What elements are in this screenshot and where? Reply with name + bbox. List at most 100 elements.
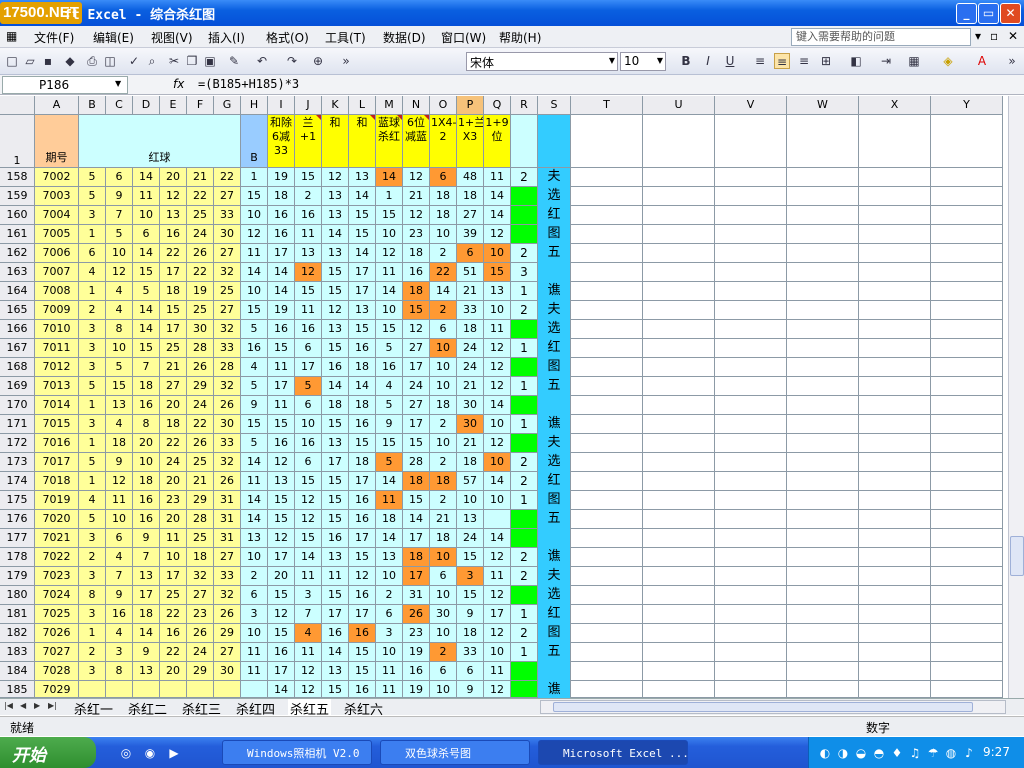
red-ball-cell[interactable]: 20 [133,434,160,453]
s-text-cell[interactable]: 选 [538,187,571,206]
kill-cell-N[interactable]: 15 [403,491,430,510]
red-ball-cell[interactable]: 5 [79,168,106,187]
column-header-O[interactable]: O [430,96,457,115]
red-ball-cell[interactable]: 26 [187,358,214,377]
kill-cell-L[interactable]: 17 [349,263,376,282]
issue-cell[interactable]: 7006 [35,244,79,263]
kill-cell-I[interactable]: 19 [268,168,295,187]
kill-cell-N[interactable]: 12 [403,206,430,225]
red-ball-cell[interactable]: 27 [214,187,241,206]
empty-cell-W[interactable] [787,244,859,263]
kill-cell-N[interactable]: 27 [403,396,430,415]
kill-cell-O[interactable]: 18 [430,472,457,491]
row-header[interactable]: 178 [0,548,35,567]
red-ball-cell[interactable]: 8 [106,320,133,339]
kill-cell-N[interactable]: 17 [403,358,430,377]
kill-cell-I[interactable]: 15 [268,491,295,510]
kill-cell-I[interactable]: 16 [268,206,295,225]
kill-cell-O[interactable]: 2 [430,491,457,510]
row-header[interactable]: 174 [0,472,35,491]
red-ball-cell[interactable]: 16 [133,491,160,510]
red-ball-cell[interactable]: 28 [214,358,241,377]
empty-cell-X[interactable] [859,605,931,624]
empty-cell-T[interactable] [571,168,643,187]
r-cell[interactable]: 2 [511,168,538,187]
research-icon[interactable]: ⌕ [144,53,160,69]
red-ball-cell[interactable]: 26 [214,472,241,491]
issue-cell[interactable]: 7021 [35,529,79,548]
kill-cell-M[interactable]: 15 [376,320,403,339]
red-ball-cell[interactable]: 16 [133,396,160,415]
s-text-cell[interactable]: 谯 [538,681,571,698]
blue-ball-cell[interactable]: 14 [241,491,268,510]
blue-ball-cell[interactable]: 11 [241,244,268,263]
red-ball-cell[interactable]: 7 [133,548,160,567]
red-ball-cell[interactable]: 32 [214,320,241,339]
header-empty-T[interactable] [571,115,643,168]
red-ball-cell[interactable]: 29 [187,491,214,510]
kill-cell-N[interactable]: 31 [403,586,430,605]
empty-cell-W[interactable] [787,301,859,320]
issue-cell[interactable]: 7002 [35,168,79,187]
menu-window[interactable]: 窗口(W) [441,29,486,46]
r-cell[interactable] [511,187,538,206]
empty-cell-V[interactable] [715,377,787,396]
empty-cell-X[interactable] [859,434,931,453]
kill-cell-Q[interactable]: 14 [484,396,511,415]
s-text-cell[interactable]: 选 [538,586,571,605]
kill-cell-N[interactable]: 28 [403,453,430,472]
empty-cell-X[interactable] [859,358,931,377]
empty-cell-V[interactable] [715,491,787,510]
kill-cell-L[interactable]: 15 [349,320,376,339]
empty-cell-W[interactable] [787,206,859,225]
empty-cell-T[interactable] [571,586,643,605]
empty-cell-U[interactable] [643,662,715,681]
kill-cell-Q[interactable]: 11 [484,168,511,187]
kill-cell-K[interactable]: 18 [322,396,349,415]
kill-cell-L[interactable]: 18 [349,453,376,472]
kill-cell-K[interactable]: 15 [322,263,349,282]
kill-cell-J[interactable]: 15 [295,282,322,301]
empty-cell-U[interactable] [643,548,715,567]
empty-cell-W[interactable] [787,681,859,698]
red-ball-cell[interactable]: 14 [133,301,160,320]
kill-cell-I[interactable]: 16 [268,434,295,453]
red-ball-cell[interactable]: 15 [106,377,133,396]
red-ball-cell[interactable]: 22 [214,168,241,187]
kill-cell-M[interactable]: 10 [376,567,403,586]
issue-cell[interactable]: 7018 [35,472,79,491]
red-ball-cell[interactable]: 12 [106,472,133,491]
red-ball-cell[interactable]: 9 [106,586,133,605]
kill-cell-Q[interactable]: 15 [484,263,511,282]
menu-data[interactable]: 数据(D) [383,29,426,46]
red-ball-cell[interactable]: 9 [133,643,160,662]
row-header[interactable]: 184 [0,662,35,681]
red-ball-cell[interactable] [133,681,160,698]
red-ball-cell[interactable]: 13 [133,567,160,586]
empty-cell-X[interactable] [859,244,931,263]
kill-cell-O[interactable]: 10 [430,377,457,396]
red-ball-cell[interactable]: 25 [187,206,214,225]
red-ball-cell[interactable]: 9 [106,187,133,206]
kill-cell-M[interactable]: 5 [376,453,403,472]
empty-cell-X[interactable] [859,168,931,187]
empty-cell-X[interactable] [859,282,931,301]
empty-cell-V[interactable] [715,396,787,415]
kill-cell-L[interactable]: 16 [349,586,376,605]
red-ball-cell[interactable]: 13 [106,396,133,415]
red-ball-cell[interactable]: 27 [214,548,241,567]
empty-cell-X[interactable] [859,339,931,358]
red-ball-cell[interactable]: 10 [160,548,187,567]
red-ball-cell[interactable]: 4 [106,415,133,434]
r-cell[interactable] [511,681,538,698]
red-ball-cell[interactable] [79,681,106,698]
issue-cell[interactable]: 7009 [35,301,79,320]
merge-center-icon[interactable]: ⊞ [818,53,834,69]
column-header-N[interactable]: N [403,96,430,115]
kill-cell-N[interactable]: 18 [403,244,430,263]
red-ball-cell[interactable]: 6 [106,168,133,187]
kill-cell-O[interactable]: 10 [430,624,457,643]
blue-ball-cell[interactable]: 9 [241,396,268,415]
empty-cell-V[interactable] [715,548,787,567]
kill-cell-Q[interactable]: 11 [484,320,511,339]
